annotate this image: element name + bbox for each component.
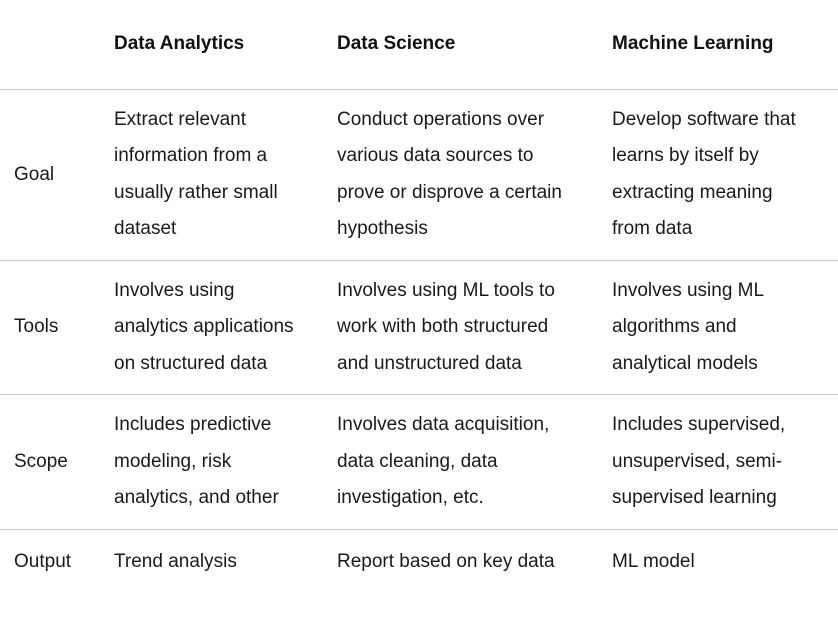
column-header-data-analytics: Data Analytics — [114, 33, 245, 55]
cell-goal-data-science: Conduct operations over various data sou… — [337, 109, 562, 240]
column-header-machine-learning: Machine Learning — [612, 33, 774, 55]
cell-goal-machine-learning: Develop software that learns by itself b… — [612, 109, 796, 240]
cell-scope-data-science: Involves data acquisition, data cleaning… — [337, 414, 550, 509]
row-label-scope: Scope — [14, 450, 68, 472]
cell-scope-machine-learning: Includes supervised, unsupervised, semi-… — [612, 414, 786, 509]
cell-scope-data-analytics: Includes predictive modeling, risk analy… — [114, 414, 279, 509]
comparison-table: Data Analytics Data Science Machine Lear… — [0, 0, 838, 594]
table-body: Goal Extract relevant information from a… — [0, 89, 838, 595]
cell-output-machine-learning: ML model — [612, 550, 695, 572]
cell-tools-machine-learning: Involves using ML algorithms and analyti… — [612, 279, 764, 374]
row-label-tools: Tools — [14, 316, 59, 338]
row-label-goal: Goal — [14, 163, 55, 185]
cell-output-data-science: Report based on key data — [337, 550, 555, 572]
cell-goal-data-analytics: Extract relevant information from a usua… — [114, 109, 278, 240]
column-header-data-science: Data Science — [337, 33, 456, 55]
header-row: Data Analytics Data Science Machine Lear… — [0, 0, 838, 90]
cell-tools-data-science: Involves using ML tools to work with bot… — [337, 279, 555, 374]
table-row: Tools Involves using analytics applicati… — [0, 260, 838, 394]
table-row: Goal Extract relevant information from a… — [0, 89, 838, 261]
table-header: Data Analytics Data Science Machine Lear… — [0, 0, 838, 90]
cell-output-data-analytics: Trend analysis — [114, 550, 237, 572]
table-row: Scope Includes predictive modeling, risk… — [0, 394, 838, 529]
table-row: Output Trend analysis Report based on ke… — [0, 529, 838, 594]
header-corner-cell — [0, 0, 110, 90]
row-label-output: Output — [14, 550, 72, 572]
cell-tools-data-analytics: Involves using analytics applications on… — [114, 279, 294, 374]
